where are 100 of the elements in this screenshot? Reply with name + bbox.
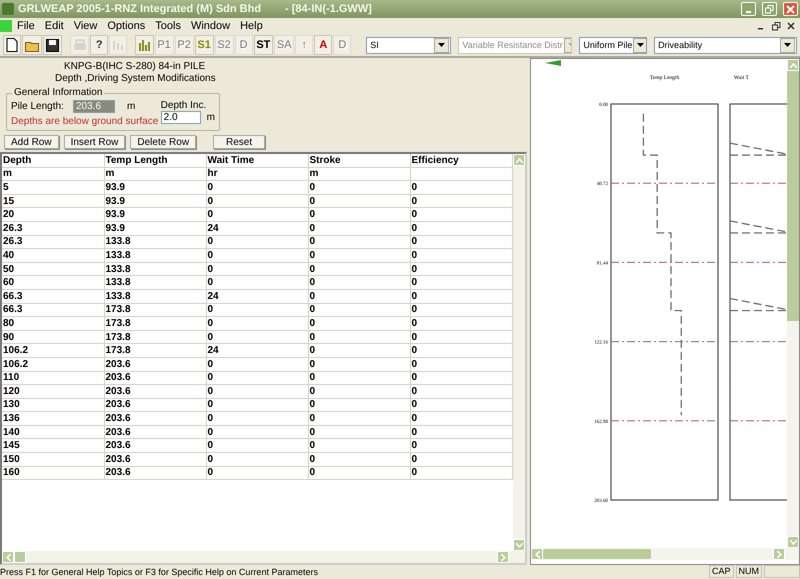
table-cell: 160	[2, 466, 104, 480]
table-cell: 0	[308, 289, 410, 304]
action-button[interactable]: Add Row	[4, 135, 59, 149]
table-cell: 20	[2, 208, 104, 222]
close-icon[interactable]	[787, 22, 795, 30]
table-cell: 133.8	[104, 276, 206, 290]
scroll-down-button[interactable]	[787, 536, 799, 548]
table-cell: 93.9	[104, 194, 206, 208]
restore-button[interactable]	[762, 2, 777, 16]
table-cell: 120	[2, 384, 104, 398]
depth-increment-field[interactable]: 2.0	[160, 111, 201, 124]
toolbar-button[interactable]: ?	[90, 35, 108, 55]
scroll-thumb[interactable]	[543, 549, 651, 559]
table-cell: 0	[308, 398, 410, 412]
table-cell: 5	[2, 180, 104, 194]
dropdown[interactable]: Uniform Pile	[579, 36, 648, 54]
toolbar-button[interactable]: A	[314, 35, 332, 55]
table-cell: 0	[206, 248, 308, 262]
dropdown[interactable]: Driveability	[654, 36, 797, 54]
table-cell: 133.8	[104, 248, 206, 262]
table-cell: 0	[410, 235, 512, 249]
column-header: Temp Length	[104, 154, 206, 168]
unit-label: m	[206, 112, 215, 123]
chevron-down-icon	[790, 540, 796, 544]
unit-cell: m	[308, 167, 410, 181]
scroll-thumb[interactable]	[787, 71, 799, 321]
menu-item[interactable]: Window	[186, 20, 236, 32]
table-cell: 0	[206, 303, 308, 317]
scroll-thumb[interactable]	[14, 551, 26, 563]
table-cell: 0	[206, 425, 308, 439]
printer-icon	[72, 38, 86, 52]
table-cell: 0	[206, 208, 308, 222]
menu-item[interactable]: Options	[102, 20, 150, 32]
floppy-disk-button[interactable]	[43, 35, 62, 55]
menu-item[interactable]: File	[12, 20, 40, 32]
folder-button[interactable]	[22, 35, 42, 55]
action-button[interactable]: Delete Row	[130, 135, 196, 149]
scroll-right-button[interactable]	[773, 548, 785, 560]
table-cell: 173.8	[104, 344, 206, 358]
app-icon[interactable]	[0, 20, 12, 32]
table-cell: 0	[206, 316, 308, 330]
field-label: Depth Inc.	[160, 100, 208, 111]
table-cell: 50	[2, 262, 104, 276]
table-cell: 0	[308, 235, 410, 249]
table-cell: 0	[410, 194, 512, 208]
table-cell: 0	[308, 316, 410, 330]
table-cell: 0	[308, 330, 410, 344]
table-cell: 0	[308, 384, 410, 398]
chevron-right-icon	[500, 554, 506, 560]
table-cell: 0	[410, 425, 512, 439]
table-cell: 60	[2, 276, 104, 290]
table-cell: 0	[410, 330, 512, 344]
table-cell: 90	[2, 330, 104, 344]
scroll-left-button[interactable]	[531, 548, 543, 560]
table-cell: 93.9	[104, 221, 206, 236]
table-cell: 0	[206, 384, 308, 398]
app-icon	[2, 3, 14, 15]
table-cell: 0	[206, 357, 308, 371]
table-cell: 203.6	[104, 425, 206, 439]
new-document-button[interactable]	[3, 35, 21, 55]
scroll-up-button[interactable]	[787, 59, 799, 71]
table-cell: 203.6	[104, 438, 206, 453]
table-cell: 0	[206, 398, 308, 412]
menu-item[interactable]: Help	[235, 20, 268, 32]
table-cell: 0	[206, 180, 308, 194]
scroll-left-button[interactable]	[2, 551, 14, 563]
chevron-left-icon	[6, 554, 10, 560]
table-cell: 203.6	[104, 384, 206, 398]
table-cell: 26.3	[2, 235, 104, 249]
table-cell: 106.2	[2, 344, 104, 358]
table-cell: 203.6	[104, 452, 206, 466]
table-cell: 66.3	[2, 303, 104, 317]
table-cell: 0	[410, 357, 512, 371]
toolbar-button[interactable]: ST	[254, 35, 274, 55]
table-cell: 203.6	[104, 398, 206, 412]
table-cell: 150	[2, 452, 104, 466]
table-cell: 0	[410, 398, 512, 412]
scroll-right-button[interactable]	[497, 551, 509, 563]
action-button[interactable]: Reset	[213, 135, 266, 149]
table-cell: 133.8	[104, 262, 206, 276]
table-cell: 0	[308, 357, 410, 371]
table-cell: 0	[308, 248, 410, 262]
table-cell: 93.9	[104, 180, 206, 194]
dropdown[interactable]: SI	[366, 36, 452, 54]
column-header: Efficiency	[410, 154, 512, 168]
table-cell: 0	[308, 303, 410, 317]
menu-item[interactable]: View	[68, 20, 102, 32]
table-cell: 0	[410, 384, 512, 398]
menu-item[interactable]: Tools	[150, 20, 186, 32]
minimize-button[interactable]	[741, 2, 756, 16]
action-button[interactable]: Insert Row	[64, 135, 126, 149]
menu-item[interactable]: Edit	[40, 20, 69, 32]
bar-chart-button[interactable]	[135, 35, 154, 55]
close-button[interactable]	[783, 2, 798, 16]
table-cell: 0	[410, 180, 512, 194]
scroll-up-button[interactable]	[513, 154, 525, 166]
unit-cell: hr	[206, 167, 308, 181]
status-panel	[764, 565, 800, 578]
scroll-down-button[interactable]	[513, 539, 525, 551]
table-cell: 0	[410, 412, 512, 426]
